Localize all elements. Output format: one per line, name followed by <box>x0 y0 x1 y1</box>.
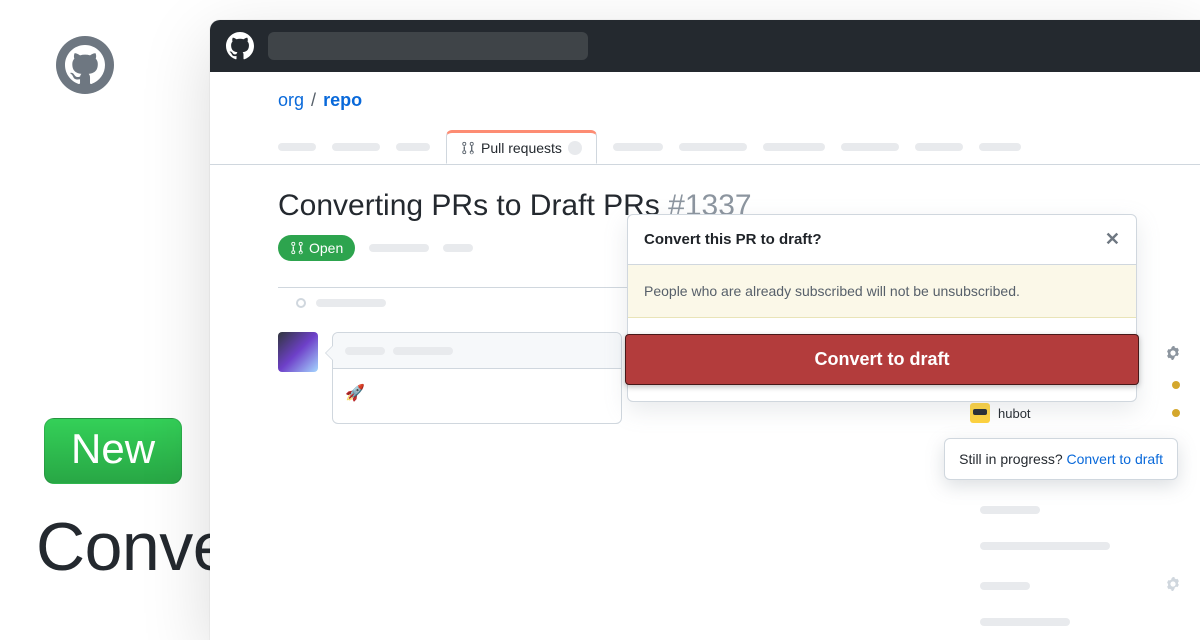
tab-placeholder[interactable] <box>915 143 963 151</box>
breadcrumb-org[interactable]: org <box>278 90 304 110</box>
review-pending-icon <box>1172 381 1180 389</box>
convert-to-draft-link[interactable]: Convert to draft <box>1067 451 1164 467</box>
tab-placeholder[interactable] <box>278 143 316 151</box>
tab-placeholder[interactable] <box>763 143 825 151</box>
meta-placeholder <box>443 244 473 252</box>
github-logo-icon <box>56 36 114 94</box>
popover-text: Still in progress? <box>959 451 1066 467</box>
author-avatar[interactable] <box>278 332 318 372</box>
gear-icon[interactable] <box>1166 346 1180 363</box>
tab-placeholder[interactable] <box>841 143 899 151</box>
meta-placeholder <box>980 542 1110 550</box>
review-pending-icon <box>1172 409 1180 417</box>
tab-counter <box>568 141 582 155</box>
breadcrumb-repo[interactable]: repo <box>323 90 362 110</box>
tab-placeholder[interactable] <box>396 143 430 151</box>
close-icon[interactable]: ✕ <box>1105 229 1120 250</box>
convert-dialog: Convert this PR to draft? ✕ People who a… <box>627 214 1137 402</box>
tab-placeholder[interactable] <box>613 143 663 151</box>
pr-state-badge: Open <box>278 235 355 261</box>
rocket-icon: 🚀 <box>345 385 365 402</box>
tab-placeholder[interactable] <box>332 143 380 151</box>
meta-placeholder <box>316 299 386 307</box>
meta-placeholder <box>980 506 1040 514</box>
meta-placeholder <box>393 347 453 355</box>
comment-box: 🚀 <box>332 332 622 424</box>
tab-placeholder[interactable] <box>679 143 747 151</box>
avatar-icon <box>970 403 990 423</box>
reviewer-name: hubot <box>998 406 1031 421</box>
topbar <box>210 20 1200 72</box>
app-window: org / repo Pull requests Converting PRs … <box>210 20 1200 640</box>
commit-dot-icon <box>296 298 306 308</box>
comment-header <box>333 333 621 369</box>
new-badge: New <box>44 418 182 484</box>
meta-placeholder <box>369 244 429 252</box>
gear-icon[interactable] <box>1166 577 1180 596</box>
breadcrumb: org / repo <box>210 72 1200 119</box>
meta-placeholder <box>345 347 385 355</box>
dialog-note: People who are already subscribed will n… <box>628 265 1136 318</box>
pr-title-text: Converting PRs to Draft PRs <box>278 189 660 222</box>
meta-placeholder <box>980 618 1070 626</box>
convert-popover: Still in progress? Convert to draft <box>944 438 1178 480</box>
pr-state-text: Open <box>309 240 343 256</box>
tab-pull-requests[interactable]: Pull requests <box>446 130 597 164</box>
search-input[interactable] <box>268 32 588 60</box>
pull-request-icon <box>290 241 304 255</box>
tab-placeholder[interactable] <box>979 143 1021 151</box>
pull-request-icon <box>461 141 475 155</box>
reviewer-row[interactable]: hubot <box>970 399 1200 427</box>
github-mark-icon[interactable] <box>226 32 254 60</box>
tab-label: Pull requests <box>481 140 562 156</box>
convert-to-draft-button[interactable]: Convert to draft <box>625 334 1139 385</box>
breadcrumb-sep: / <box>309 90 318 110</box>
repo-tabs: Pull requests <box>210 119 1200 165</box>
meta-placeholder <box>980 582 1030 590</box>
dialog-title: Convert this PR to draft? <box>644 231 822 248</box>
